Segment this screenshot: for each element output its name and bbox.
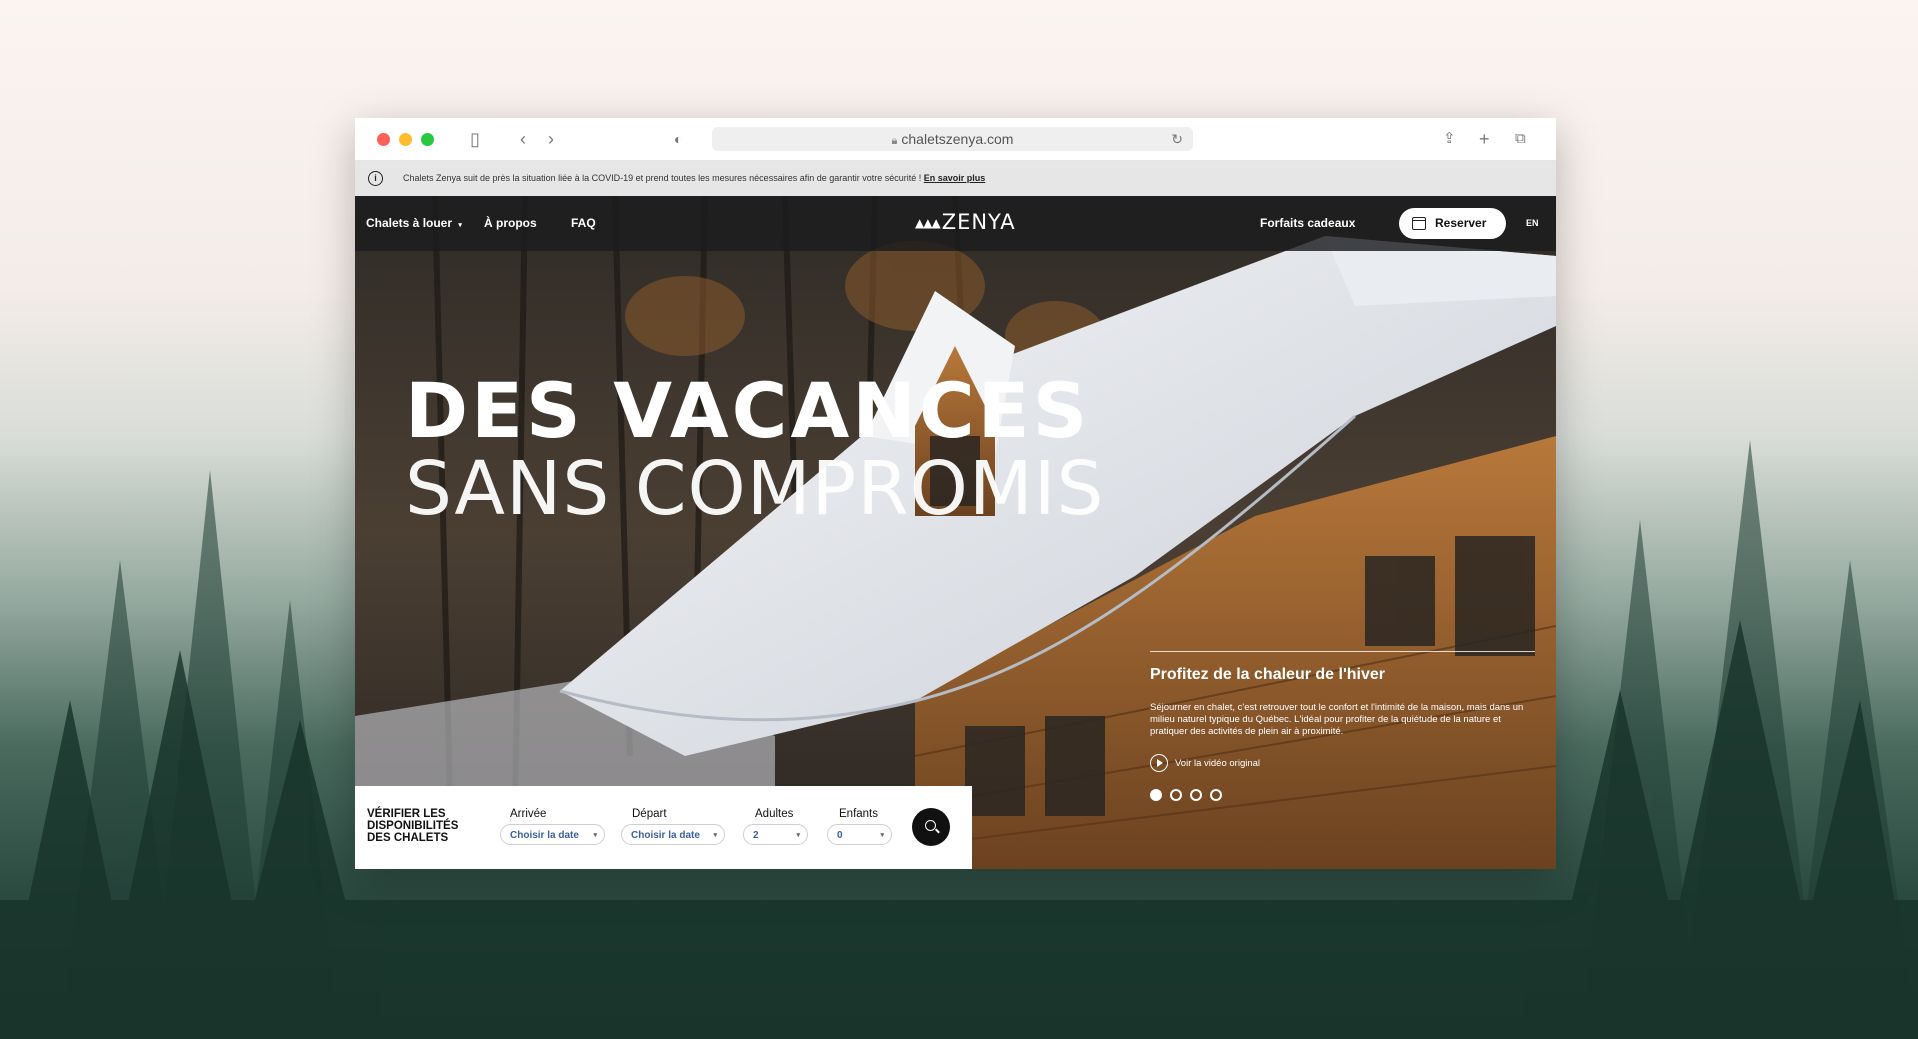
chevron-down-icon: ▾ <box>880 832 884 839</box>
adults-label: Adultes <box>755 808 794 820</box>
play-icon <box>1150 754 1168 773</box>
sidebar-icon[interactable]: ▯ <box>470 129 480 149</box>
back-icon[interactable]: ‹ <box>520 129 526 149</box>
divider <box>1150 651 1535 652</box>
slider-dots <box>1150 788 1535 802</box>
tabs-icon[interactable]: ⧉ <box>1515 129 1526 149</box>
shield-icon[interactable]: ◐ <box>674 129 682 149</box>
learn-more-link[interactable]: En savoir plus <box>924 173 986 183</box>
reload-icon[interactable]: ↻ <box>1171 127 1183 151</box>
language-switch-en[interactable]: EN <box>1526 196 1539 251</box>
children-select[interactable]: 0 ▾ <box>827 824 892 845</box>
address-bar[interactable]: 🔒︎ chaletszenya.com ↻ <box>712 127 1193 151</box>
slide-description: Séjourner en chalet, c'est retrouver tou… <box>1150 702 1524 737</box>
chevron-down-icon: ▾ <box>713 832 717 839</box>
arrival-value: Choisir la date <box>510 830 579 841</box>
hero-headline-light: SANS COMPROMIS <box>405 446 1105 532</box>
url-text: chaletszenya.com <box>901 131 1014 147</box>
reserve-button[interactable]: Reserver <box>1399 208 1506 239</box>
new-tab-icon[interactable]: + <box>1479 129 1490 149</box>
departure-value: Choisir la date <box>631 830 700 841</box>
slide-dot-3[interactable] <box>1190 789 1202 801</box>
slide-dot-1[interactable] <box>1150 789 1162 801</box>
departure-label: Départ <box>632 808 667 820</box>
nav-faq-link[interactable]: FAQ <box>571 196 596 251</box>
slide-dot-2[interactable] <box>1170 789 1182 801</box>
availability-search-bar: Vérifier les disponibilités des chalets … <box>355 786 972 869</box>
children-label: Enfants <box>839 808 878 820</box>
banner-text: Chalets Zenya suit de près la situation … <box>403 173 924 183</box>
zenya-logo[interactable]: ▲▲▲ZENYA <box>915 210 1035 236</box>
arrival-label: Arrivée <box>510 808 547 820</box>
minimize-window-button[interactable] <box>399 133 412 146</box>
browser-toolbar: ▯ ‹ › ◐ 🔒︎ chaletszenya.com ↻ ⇪ + ⧉ <box>355 118 1556 161</box>
logo-text: ZENYA <box>941 210 1016 234</box>
browser-window: ▯ ‹ › ◐ 🔒︎ chaletszenya.com ↻ ⇪ + ⧉ i Cha… <box>355 118 1556 869</box>
info-icon: i <box>368 171 383 186</box>
watch-video-link[interactable]: Voir la vidéo original <box>1150 754 1535 774</box>
covid-banner: i Chalets Zenya suit de près la situatio… <box>355 161 1556 196</box>
search-icon-handle <box>935 828 940 834</box>
share-icon[interactable]: ⇪ <box>1443 129 1456 149</box>
lock-icon: 🔒︎ <box>891 135 898 147</box>
adults-select[interactable]: 2 ▾ <box>743 824 808 845</box>
chevron-down-icon: ▾ <box>458 222 462 229</box>
watch-video-label: Voir la vidéo original <box>1175 758 1261 769</box>
nav-about-link[interactable]: À propos <box>484 196 537 251</box>
search-button[interactable] <box>912 808 950 846</box>
slide-title: Profitez de la chaleur de l'hiver <box>1150 666 1385 683</box>
forward-icon[interactable]: › <box>548 129 554 149</box>
calendar-icon <box>1412 217 1426 230</box>
slide-info-panel: Profitez de la chaleur de l'hiver Séjour… <box>1150 651 1535 802</box>
departure-date-picker[interactable]: Choisir la date ▾ <box>621 824 725 845</box>
main-navigation: Chalets à louer ▾ À propos FAQ ▲▲▲ZENYA … <box>355 196 1556 251</box>
adults-value: 2 <box>753 830 759 841</box>
nav-chalets-label: Chalets à louer <box>366 216 453 230</box>
nav-gift-packages-link[interactable]: Forfaits cadeaux <box>1260 196 1355 251</box>
hero-headline-bold: DES VACANCES <box>405 366 1091 455</box>
close-window-button[interactable] <box>377 133 390 146</box>
arrival-date-picker[interactable]: Choisir la date ▾ <box>500 824 605 845</box>
hero-section: Chalets à louer ▾ À propos FAQ ▲▲▲ZENYA … <box>355 196 1556 869</box>
zoom-window-button[interactable] <box>421 133 434 146</box>
trees-icon: ▲▲▲ <box>915 216 941 230</box>
chevron-down-icon: ▾ <box>593 832 597 839</box>
children-value: 0 <box>837 830 843 841</box>
banner-message: Chalets Zenya suit de près la situation … <box>403 161 985 196</box>
booking-title: Vérifier les disponibilités des chalets <box>367 808 459 844</box>
slide-dot-4[interactable] <box>1210 789 1222 801</box>
reserve-label: Reserver <box>1435 216 1487 230</box>
nav-chalets-dropdown[interactable]: Chalets à louer ▾ <box>366 196 462 251</box>
chevron-down-icon: ▾ <box>796 832 800 839</box>
